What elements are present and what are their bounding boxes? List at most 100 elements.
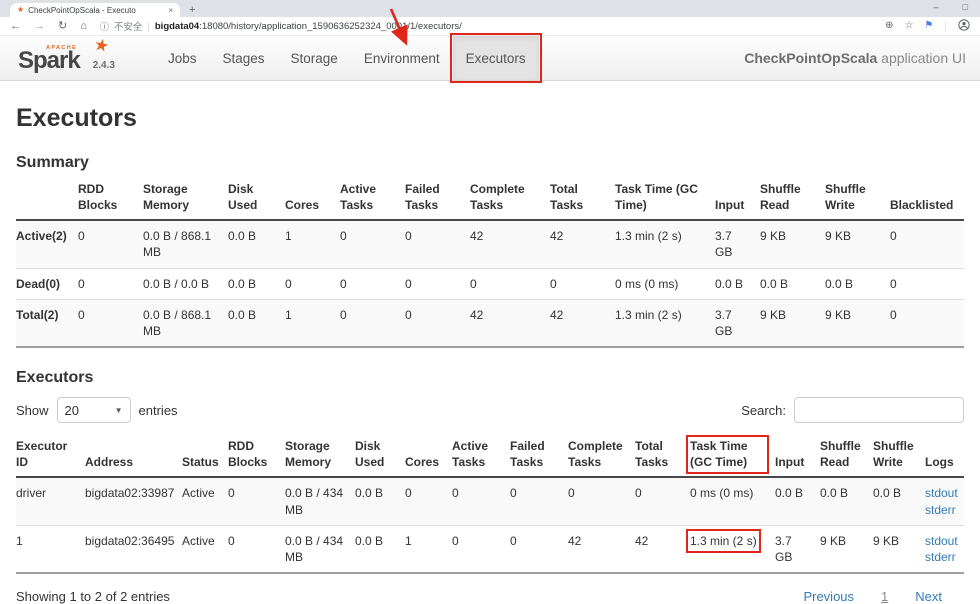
executor-row-1: 1 bigdata02:36495 Active 0 0.0 B / 434 M…: [16, 524, 964, 574]
column-header[interactable]: Executor ID: [16, 435, 85, 479]
column-header[interactable]: Complete Tasks: [568, 435, 635, 479]
stdout-link[interactable]: stdout: [925, 533, 958, 549]
column-header[interactable]: Address: [85, 435, 182, 479]
column-header: Storage Memory: [143, 178, 228, 222]
column-header: Total Tasks: [550, 178, 615, 222]
window-controls: – □: [934, 3, 968, 12]
divider: |: [944, 20, 947, 32]
column-header: [16, 178, 78, 222]
spark-logo[interactable]: APACHE Spark ★ 2.4.3: [14, 35, 139, 80]
stdout-link[interactable]: stdout: [925, 485, 958, 501]
page-title: Executors: [16, 104, 137, 132]
tab-title: CheckPointOpScala - Executo: [28, 5, 136, 15]
column-header: Blacklisted: [890, 178, 964, 222]
nav-executors[interactable]: Executors: [449, 33, 542, 83]
maximize-icon[interactable]: □: [963, 3, 968, 12]
refresh-icon[interactable]: ↻: [58, 20, 67, 32]
spark-wordmark: Spark: [18, 47, 81, 74]
row-label: Total(2): [16, 298, 78, 348]
app-name-bold: CheckPointOpScala: [744, 50, 878, 66]
spark-version: 2.4.3: [92, 60, 115, 71]
minimize-icon[interactable]: –: [934, 3, 939, 12]
executors-table: Executor ID Address Status RDD Blocks St…: [16, 435, 964, 575]
close-tab-icon[interactable]: ×: [168, 6, 173, 15]
nav-stages[interactable]: Stages: [209, 36, 277, 80]
showing-entries-text: Showing 1 to 2 of 2 entries: [16, 589, 170, 604]
row-label: Dead(0): [16, 267, 78, 300]
search-input[interactable]: [794, 397, 964, 424]
apache-label: APACHE: [46, 45, 78, 51]
column-header: Shuffle Write: [825, 178, 890, 222]
url-bar: ← → ↻ ⌂ ⓘ 不安全 | bigdata04:18080/history/…: [0, 17, 980, 36]
spark-favicon-icon: ★: [17, 5, 25, 14]
browser-tab[interactable]: ★ CheckPointOpScala - Executo ×: [10, 3, 180, 17]
profile-icon[interactable]: [958, 18, 970, 34]
tab-strip: ★ CheckPointOpScala - Executo × + – □: [0, 0, 980, 17]
home-icon[interactable]: ⌂: [80, 20, 87, 32]
table-footer: Showing 1 to 2 of 2 entries Previous 1 N…: [16, 589, 964, 604]
column-header: Failed Tasks: [405, 178, 470, 222]
column-header[interactable]: Status: [182, 435, 228, 479]
stderr-link[interactable]: stderr: [925, 549, 956, 565]
url-host: bigdata04: [154, 20, 200, 32]
column-header: Complete Tasks: [470, 178, 550, 222]
entries-value: 20: [64, 402, 79, 418]
stderr-link[interactable]: stderr: [925, 502, 956, 518]
column-header[interactable]: Shuffle Read: [820, 435, 873, 479]
next-page-button[interactable]: Next: [915, 589, 942, 604]
entries-control: Show 20 ▼ entries: [16, 397, 178, 424]
show-label: Show: [16, 402, 49, 418]
column-header[interactable]: Total Tasks: [635, 435, 690, 479]
summary-row-dead: Dead(0) 0 0.0 B / 0.0 B 0.0 B 0 0 0 0 0 …: [16, 267, 964, 300]
summary-table: RDD Blocks Storage Memory Disk Used Core…: [16, 178, 964, 349]
column-header[interactable]: Failed Tasks: [510, 435, 568, 479]
security-label: 不安全: [113, 22, 143, 33]
column-header: Disk Used: [228, 178, 285, 222]
bookmark-star-icon[interactable]: ☆: [904, 21, 913, 31]
column-header: Input: [715, 178, 760, 222]
column-header[interactable]: Storage Memory: [285, 435, 355, 479]
executors-header-row: Executor ID Address Status RDD Blocks St…: [16, 435, 964, 479]
new-tab-button[interactable]: +: [189, 5, 195, 16]
caret-down-icon: ▼: [114, 405, 123, 415]
address-field[interactable]: ⓘ 不安全 | bigdata04:18080/history/applicat…: [100, 19, 872, 34]
column-header-task-time[interactable]: Task Time (GC Time): [686, 435, 775, 479]
nav-environment[interactable]: Environment: [351, 36, 453, 80]
extension-icon[interactable]: ⚑: [924, 21, 933, 31]
pagination: Previous 1 Next: [803, 589, 964, 604]
annotation-box: Task Time (GC Time): [686, 435, 769, 475]
zoom-icon[interactable]: ⊕: [885, 21, 893, 31]
spark-header: APACHE Spark ★ 2.4.3 Jobs Stages Storage…: [0, 33, 980, 83]
back-icon[interactable]: ←: [10, 20, 21, 32]
app-name-suffix: application UI: [881, 50, 966, 66]
column-header[interactable]: RDD Blocks: [228, 435, 285, 479]
task-time-cell: 1.3 min (2 s): [686, 524, 775, 574]
entries-select[interactable]: 20 ▼: [56, 397, 131, 424]
row-label: Active(2): [16, 219, 78, 269]
column-header[interactable]: Logs: [925, 435, 964, 479]
browser-actions: ⊕ ☆ ⚑ |: [885, 18, 970, 34]
summary-row-active: Active(2) 0 0.0 B / 868.1 MB 0.0 B 1 0 0…: [16, 219, 964, 269]
nav-jobs[interactable]: Jobs: [155, 36, 210, 80]
column-header[interactable]: Cores: [405, 435, 452, 479]
entries-label: entries: [138, 402, 178, 418]
column-header[interactable]: Active Tasks: [452, 435, 510, 479]
column-header: RDD Blocks: [78, 178, 143, 222]
column-header[interactable]: Input: [775, 435, 820, 479]
forward-icon[interactable]: →: [34, 20, 45, 32]
main-nav: Jobs Stages Storage Environment Executor…: [155, 33, 542, 83]
column-header: Task Time (GC Time): [615, 178, 715, 222]
page-number-1[interactable]: 1: [881, 589, 888, 604]
browser-chrome: ★ CheckPointOpScala - Executo × + – □ ← …: [0, 0, 980, 36]
column-header[interactable]: Disk Used: [355, 435, 405, 479]
executor-row-driver: driver bigdata02:33987 Active 0 0.0 B / …: [16, 476, 964, 526]
executors-heading: Executors: [16, 369, 94, 387]
previous-page-button[interactable]: Previous: [803, 589, 854, 604]
nav-storage[interactable]: Storage: [278, 36, 351, 80]
column-header: Cores: [285, 178, 340, 222]
search-label: Search:: [741, 402, 786, 418]
summary-row-total: Total(2) 0 0.0 B / 868.1 MB 0.0 B 1 0 0 …: [16, 298, 964, 348]
summary-header-row: RDD Blocks Storage Memory Disk Used Core…: [16, 178, 964, 222]
column-header[interactable]: Shuffle Write: [873, 435, 925, 479]
logs-cell: stdout stderr: [925, 476, 964, 526]
